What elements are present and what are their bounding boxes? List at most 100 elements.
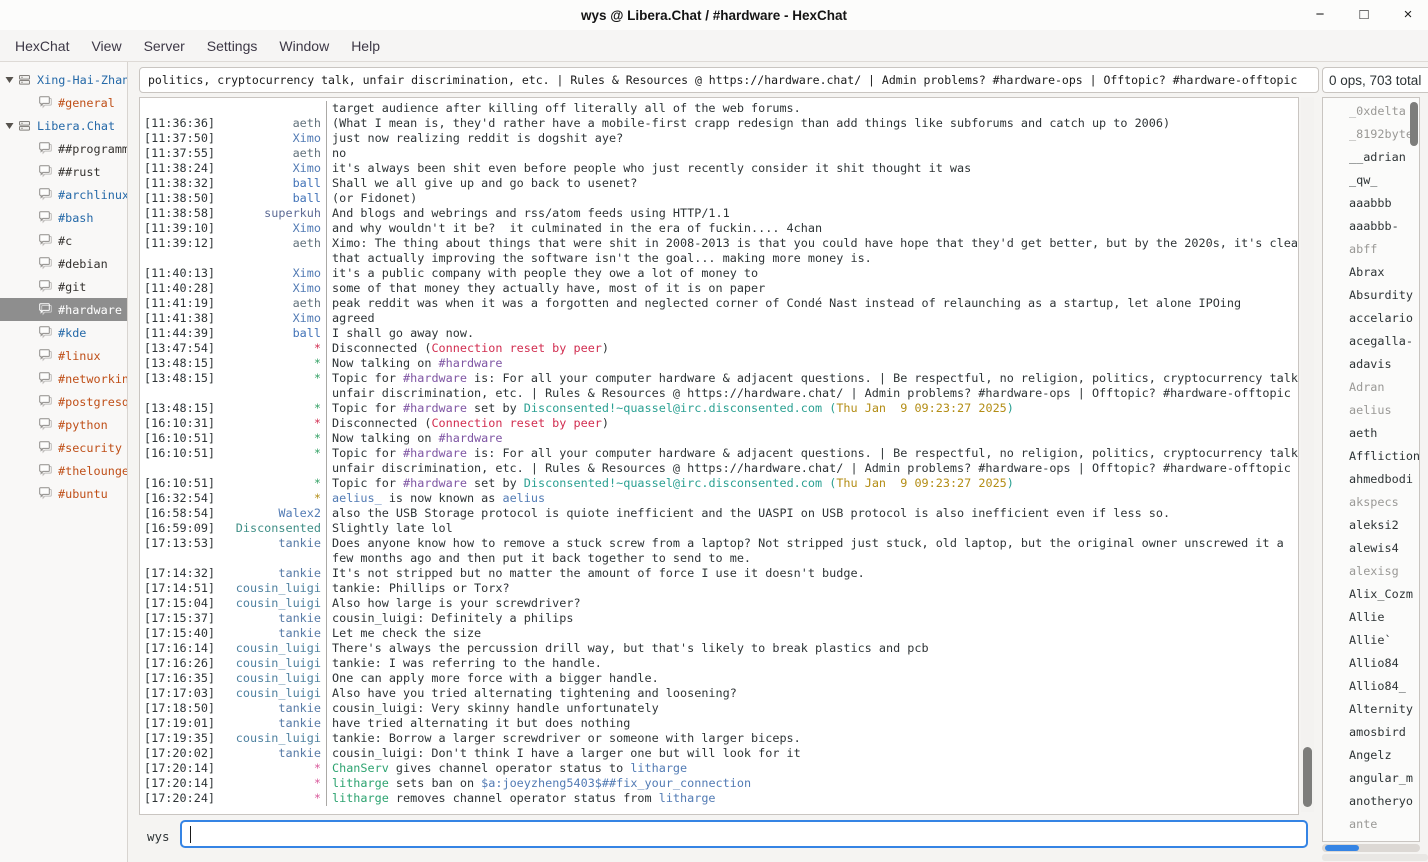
chat-line: [16:58:54]Walex2also the USB Storage pro… xyxy=(140,506,1298,521)
chat-scrollbar[interactable] xyxy=(1301,97,1314,812)
message-segment: Topic for xyxy=(332,446,403,460)
menu-server[interactable]: Server xyxy=(133,34,196,58)
userlist-hscrollbar-thumb[interactable] xyxy=(1325,845,1359,851)
tree-channel--debian[interactable]: #debian xyxy=(0,252,127,275)
userlist-item[interactable]: acegalla- xyxy=(1323,330,1419,353)
menu-hexchat[interactable]: HexChat xyxy=(4,34,80,58)
tree-server-libera-chat[interactable]: Libera.Chat xyxy=(0,114,127,137)
userlist-item[interactable]: Allio84_ xyxy=(1323,675,1419,698)
userlist-item[interactable]: Absurdity xyxy=(1323,284,1419,307)
menu-window[interactable]: Window xyxy=(268,34,340,58)
tree-channel--archlinux[interactable]: #archlinux xyxy=(0,183,127,206)
userlist-item[interactable]: aaabbb- xyxy=(1323,215,1419,238)
timestamp: [11:38:32] xyxy=(140,176,228,191)
userlist-item[interactable]: adavis xyxy=(1323,353,1419,376)
userlist-item[interactable]: __adrian xyxy=(1323,146,1419,169)
chat-line: [16:10:31]*Disconnected (Connection rese… xyxy=(140,416,1298,431)
channel-chat-bubble-icon xyxy=(38,188,52,201)
titlebar: wys @ Libera.Chat / #hardware - HexChat … xyxy=(0,0,1428,30)
userlist-item[interactable]: abff xyxy=(1323,238,1419,261)
tree-server-xing-hai-zhan[interactable]: Xing-Hai-Zhan xyxy=(0,68,127,91)
tree-channel--c[interactable]: #c xyxy=(0,229,127,252)
userlist-item[interactable]: ahmedbodi xyxy=(1323,468,1419,491)
timestamp: [11:41:38] xyxy=(140,311,228,326)
message-segment: litharge xyxy=(332,776,389,790)
userlist-item[interactable]: Allie` xyxy=(1323,629,1419,652)
message-segment: #hardware xyxy=(439,356,503,370)
timestamp: [17:16:14] xyxy=(140,641,228,656)
message-segment: that actually improving the software isn… xyxy=(332,251,872,265)
message-segment: #hardware xyxy=(439,431,503,445)
expander-icon[interactable] xyxy=(5,122,14,130)
channel-chat-bubble-icon xyxy=(38,280,52,293)
chat-line: [17:18:50]tankiecousin_luigi: Very skinn… xyxy=(140,701,1298,716)
message-segment: ( xyxy=(822,476,836,490)
tree-channel--kde[interactable]: #kde xyxy=(0,321,127,344)
userlist-item[interactable]: Allio84 xyxy=(1323,652,1419,675)
expander-icon[interactable] xyxy=(5,76,14,84)
userlist-item[interactable]: akspecs xyxy=(1323,491,1419,514)
message-text: target audience after killing off litera… xyxy=(327,101,1298,116)
userlist-item[interactable]: Abrax xyxy=(1323,261,1419,284)
message-segment: peak reddit was when it was a forgotten … xyxy=(332,296,1241,310)
userlist-item[interactable]: amosbird xyxy=(1323,721,1419,744)
message-text: it's a public company with people they o… xyxy=(327,266,1298,281)
nick: * xyxy=(228,416,327,431)
tree-channel--linux[interactable]: #linux xyxy=(0,344,127,367)
message-segment: just now realizing reddit is dogshit aye… xyxy=(332,131,623,145)
tree-channel--bash[interactable]: #bash xyxy=(0,206,127,229)
menu-settings[interactable]: Settings xyxy=(196,34,269,58)
userlist-item[interactable]: aelius xyxy=(1323,399,1419,422)
maximize-icon[interactable]: □ xyxy=(1354,0,1374,30)
tree-label: #hardware xyxy=(58,303,122,317)
chat-scrollbar-thumb[interactable] xyxy=(1303,747,1312,807)
tree-channel--rust[interactable]: ##rust xyxy=(0,160,127,183)
userlist-item[interactable]: Alternity xyxy=(1323,698,1419,721)
close-icon[interactable]: × xyxy=(1398,0,1418,30)
userlist-item[interactable]: Alix_Cozm xyxy=(1323,583,1419,606)
tree-channel--hardware[interactable]: #hardware xyxy=(0,298,127,321)
own-nick-label[interactable]: wys xyxy=(147,824,170,850)
nick: * xyxy=(228,446,327,461)
timestamp: [17:15:04] xyxy=(140,596,228,611)
userlist-item[interactable]: _8192byte xyxy=(1323,123,1419,146)
tree-channel--networking[interactable]: #networking xyxy=(0,367,127,390)
tree-channel--postgresql[interactable]: #postgresql xyxy=(0,390,127,413)
userlist-item[interactable]: aaabbb xyxy=(1323,192,1419,215)
userlist-item[interactable]: alexisg xyxy=(1323,560,1419,583)
userlist-item[interactable]: Angelz xyxy=(1323,744,1419,767)
tree-channel--general[interactable]: #general xyxy=(0,91,127,114)
timestamp xyxy=(140,461,228,476)
menu-help[interactable]: Help xyxy=(340,34,391,58)
userlist-item[interactable]: Adran xyxy=(1323,376,1419,399)
timestamp: [11:36:36] xyxy=(140,116,228,131)
message-input[interactable] xyxy=(180,820,1308,848)
userlist-item[interactable]: angular_m xyxy=(1323,767,1419,790)
userlist-item[interactable]: Allie xyxy=(1323,606,1419,629)
message-text: unfair discrimination, etc. | Rules & Re… xyxy=(327,461,1298,476)
message-segment: cousin_luigi: Definitely a philips xyxy=(332,611,573,625)
message-text: peak reddit was when it was a forgotten … xyxy=(327,296,1298,311)
message-segment: Also how large is your screwdriver? xyxy=(332,596,581,610)
tree-channel--ubuntu[interactable]: #ubuntu xyxy=(0,482,127,505)
userlist-item[interactable]: alewis4 xyxy=(1323,537,1419,560)
userlist-item[interactable]: aleksi2 xyxy=(1323,514,1419,537)
tree-channel--python[interactable]: #python xyxy=(0,413,127,436)
userlist-item[interactable]: Affliction xyxy=(1323,445,1419,468)
userlist-hscrollbar[interactable] xyxy=(1322,844,1420,852)
bottom-scrollbar-track[interactable] xyxy=(1322,854,1428,861)
userlist-scrollbar-thumb[interactable] xyxy=(1410,102,1418,146)
topic-bar[interactable]: politics, cryptocurrency talk, unfair di… xyxy=(139,67,1319,93)
userlist-item[interactable]: _qw_ xyxy=(1323,169,1419,192)
tree-channel--thelounge[interactable]: #thelounge xyxy=(0,459,127,482)
minimize-icon[interactable]: − xyxy=(1310,0,1330,30)
tree-channel--security[interactable]: #security xyxy=(0,436,127,459)
userlist-item[interactable]: aeth xyxy=(1323,422,1419,445)
userlist-item[interactable]: ante xyxy=(1323,813,1419,836)
userlist-item[interactable]: _0xdelta xyxy=(1323,100,1419,123)
menu-view[interactable]: View xyxy=(80,34,132,58)
tree-channel--git[interactable]: #git xyxy=(0,275,127,298)
tree-channel--programming[interactable]: ##programming xyxy=(0,137,127,160)
userlist-item[interactable]: accelario xyxy=(1323,307,1419,330)
userlist-item[interactable]: anotheryo xyxy=(1323,790,1419,813)
